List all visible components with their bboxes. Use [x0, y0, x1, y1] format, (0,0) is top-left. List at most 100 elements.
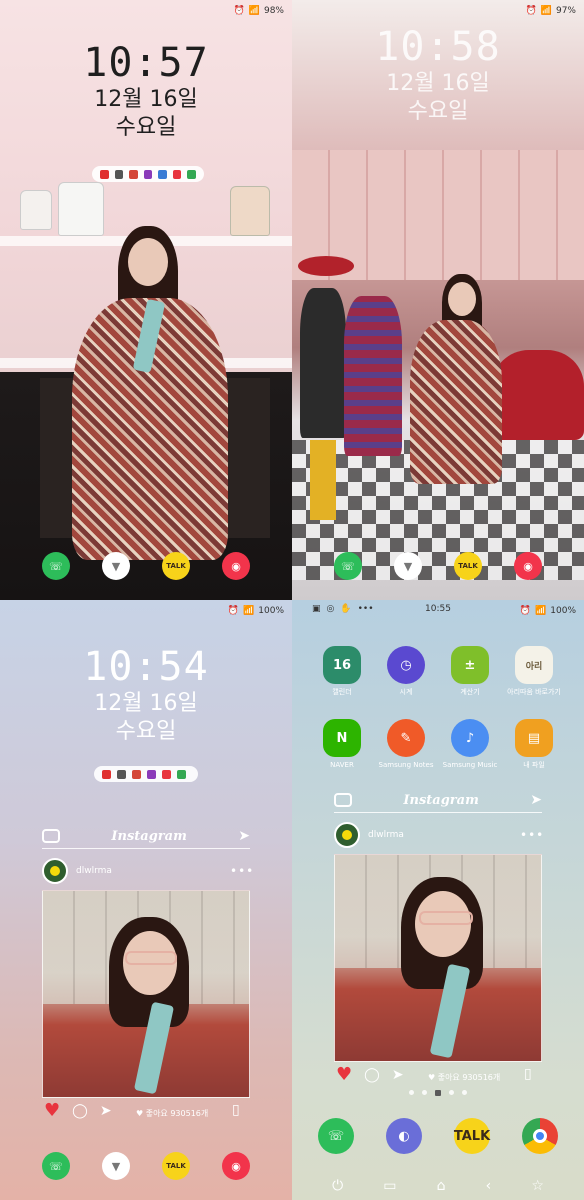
alarm-icon: ⏰: [227, 606, 240, 616]
camera-icon[interactable]: [42, 829, 60, 843]
phone-icon[interactable]: ☏: [318, 1118, 354, 1154]
notes-icon: ✎: [387, 719, 425, 757]
app-calendar[interactable]: 16 캘린더: [310, 646, 374, 697]
avatar: [42, 858, 68, 884]
page-dot: [409, 1090, 414, 1095]
folder-icon: ▤: [515, 719, 553, 757]
lock-clock: 10:58 12월 16일 수요일: [292, 24, 584, 126]
notification-icons-bar[interactable]: [92, 166, 204, 182]
share-icon[interactable]: ➤: [392, 1067, 404, 1083]
app-naver[interactable]: N NAVER: [310, 719, 374, 770]
power-icon[interactable]: ⏻: [332, 1178, 343, 1194]
post-image[interactable]: [42, 890, 250, 1098]
like-heart-icon[interactable]: ♥: [336, 1064, 352, 1085]
likes-count: ♥ 좋아요 930516개: [136, 1109, 209, 1118]
app-clock[interactable]: ◷ 시계: [374, 646, 438, 697]
coat: [410, 320, 502, 484]
app-samsung-music[interactable]: ♪ Samsung Music: [438, 719, 502, 770]
alarm-icon: ⏰: [525, 6, 537, 16]
battery-level: 98%: [263, 6, 284, 16]
app-label: 아리따움 바로가기: [507, 688, 561, 696]
recents-icon[interactable]: ▭: [383, 1178, 396, 1194]
clock-date: 12월 16일: [94, 87, 198, 112]
app-label: Samsung Notes: [378, 761, 434, 769]
bookmark-icon[interactable]: ▯: [232, 1102, 240, 1118]
page-indicator[interactable]: [292, 1090, 584, 1096]
mannequin-hat: [298, 256, 354, 276]
app-samsung-notes[interactable]: ✎ Samsung Notes: [374, 719, 438, 770]
bird-icon: [342, 830, 352, 840]
star-icon[interactable]: ☆: [531, 1178, 544, 1194]
clock-icon: ◷: [387, 646, 425, 684]
app-calculator[interactable]: ± 계산기: [438, 646, 502, 697]
wifi-icon: 📶: [243, 606, 255, 616]
camera-icon[interactable]: ◉: [222, 552, 250, 580]
aritaum-icon: 아리: [515, 646, 553, 684]
phone-icon[interactable]: ☏: [334, 552, 362, 580]
home-icon[interactable]: ⌂: [437, 1178, 446, 1194]
camera-icon[interactable]: [334, 793, 352, 807]
lock-shortcuts: ☏ ▼ TALK ◉: [0, 552, 292, 580]
yellow-tights: [310, 440, 336, 520]
username: dlwlrma: [368, 830, 404, 840]
camera-icon[interactable]: ◉: [222, 1152, 250, 1180]
like-heart-icon[interactable]: ♥: [44, 1100, 60, 1121]
phone-icon[interactable]: ☏: [42, 1152, 70, 1180]
app-label: 캘린더: [332, 688, 352, 696]
flashlight-icon[interactable]: ▼: [394, 552, 422, 580]
clock-day: 수요일: [407, 99, 469, 124]
gallery-icon: [158, 169, 167, 179]
camera-icon[interactable]: ◉: [514, 552, 542, 580]
kakaotalk-icon[interactable]: TALK: [162, 552, 190, 580]
send-icon[interactable]: ➤: [530, 792, 542, 808]
clock-time: 10:58: [375, 24, 501, 70]
comment-icon[interactable]: ◯: [72, 1103, 88, 1119]
post-profile[interactable]: dlwlrma: [42, 858, 112, 884]
lock-clock: 10:54 12월 16일 수요일: [0, 644, 292, 746]
clock-time: 10:54: [83, 644, 209, 690]
share-icon[interactable]: ➤: [100, 1103, 112, 1119]
calculator-icon: ±: [451, 646, 489, 684]
send-icon[interactable]: ➤: [238, 828, 250, 844]
bag-display: [230, 186, 270, 236]
chrome-icon[interactable]: [522, 1118, 558, 1154]
kakaotalk-icon[interactable]: TALK: [162, 1152, 190, 1180]
bird-icon: [50, 866, 60, 876]
kakaotalk-icon[interactable]: TALK: [454, 552, 482, 580]
username: dlwlrma: [76, 866, 112, 876]
instagram-title: Instagram: [403, 792, 479, 808]
navigation-bar: ⏻ ▭ ⌂ ‹ ☆: [292, 1178, 584, 1194]
shopping-icon: [172, 169, 182, 179]
clock-date: 12월 16일: [386, 71, 490, 96]
app-label: Samsung Music: [442, 761, 498, 769]
post-image[interactable]: [334, 854, 542, 1062]
sunglasses: [125, 951, 177, 965]
bookmark-icon[interactable]: ▯: [524, 1066, 532, 1082]
post-profile[interactable]: dlwlrma: [334, 822, 404, 848]
notification-icons-bar[interactable]: [94, 766, 198, 782]
battery-level: 100%: [258, 606, 284, 616]
more-options-icon[interactable]: •••: [230, 864, 254, 878]
page-dot-active: [435, 1090, 441, 1096]
sunglasses: [419, 911, 473, 925]
lockscreen-2: ⏰ 📶 97% 10:58 12월 16일 수요일 ☏ ▼ TALK ◉: [292, 0, 584, 600]
lock-shortcuts: ☏ ▼ TALK ◉: [292, 552, 584, 580]
battery-level: 97%: [555, 6, 576, 16]
wifi-icon: 📶: [248, 6, 260, 16]
lock-shortcuts: ☏ ▼ TALK ◉: [0, 1152, 292, 1180]
more-options-icon[interactable]: •••: [520, 828, 544, 842]
back-icon[interactable]: ‹: [486, 1178, 492, 1194]
flashlight-icon[interactable]: ▼: [102, 552, 130, 580]
instagram-icon: [143, 169, 153, 179]
app-label: NAVER: [330, 761, 354, 769]
internet-icon[interactable]: ◐: [386, 1118, 422, 1154]
flashlight-icon[interactable]: ▼: [102, 1152, 130, 1180]
phone-icon[interactable]: ☏: [42, 552, 70, 580]
kakaotalk-icon[interactable]: TALK: [454, 1118, 490, 1154]
play-store-icon: [187, 169, 197, 179]
comment-icon[interactable]: ◯: [364, 1067, 380, 1083]
app-aritaum[interactable]: 아리 아리따움 바로가기: [502, 646, 566, 697]
app-my-files[interactable]: ▤ 내 파일: [502, 719, 566, 770]
home-dock: ☏ ◐ TALK: [292, 1118, 584, 1154]
instagram-widget-header: Instagram ➤: [42, 828, 250, 849]
